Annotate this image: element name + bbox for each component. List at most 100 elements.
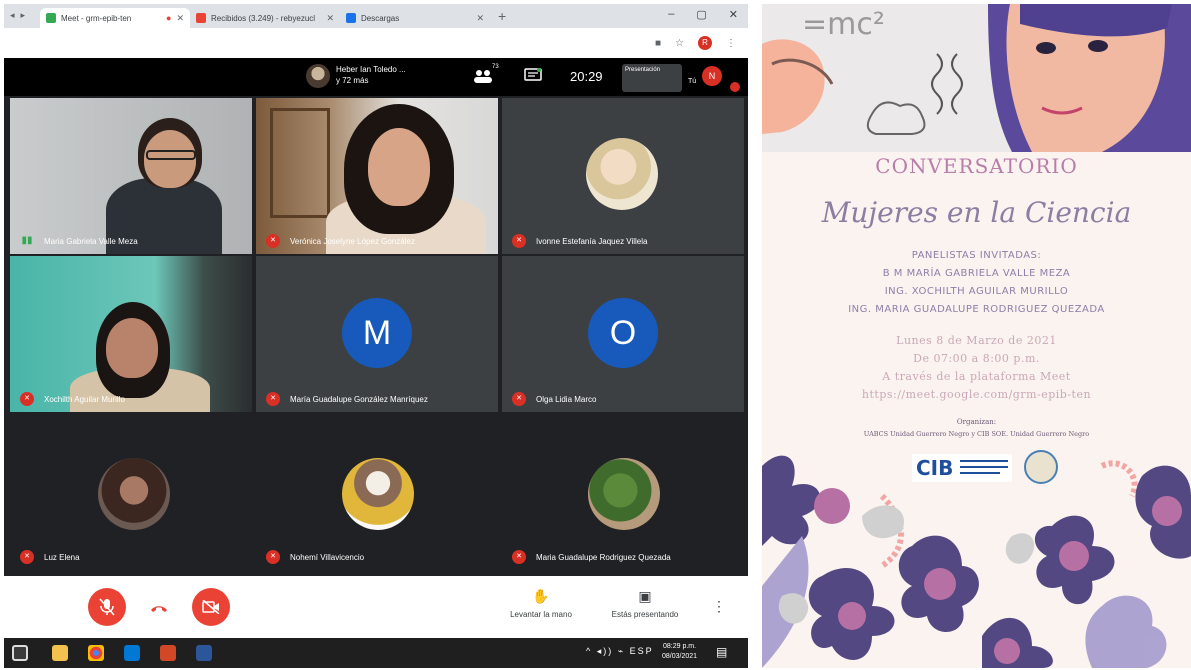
mic-off-icon: ✕ bbox=[20, 392, 34, 406]
participant-name: Ivonne Estefanía Jaquez Villela bbox=[536, 237, 648, 246]
self-avatar[interactable]: N bbox=[702, 66, 722, 86]
participant-video bbox=[10, 256, 252, 412]
tab-title: Meet - grm-epib-ten bbox=[61, 13, 132, 23]
participant-tile[interactable]: ✕ Xochilth Aguilar Murillo bbox=[10, 256, 252, 412]
close-window-button[interactable]: ✕ bbox=[729, 8, 738, 21]
close-tab-icon[interactable]: ✕ bbox=[326, 13, 334, 24]
participant-photo bbox=[586, 138, 658, 210]
windows-taskbar: ^ ◂)) ⌁ ESP 08:29 p.m. 08/03/2021 ▤ bbox=[4, 638, 748, 668]
presenter-preview[interactable]: Presentación bbox=[622, 64, 682, 92]
bookmark-star-icon[interactable]: ☆ bbox=[675, 38, 684, 49]
participants-grid: ▮▮ Maria Gabriela Valle Meza ✕ Verónica … bbox=[4, 96, 748, 576]
notifications-icon[interactable]: ▤ bbox=[716, 645, 732, 661]
poster-illustration: =mc² bbox=[762, 4, 1191, 152]
raise-hand-icon[interactable]: ✋ bbox=[496, 588, 586, 605]
poster-script-title: Mujeres en la Ciencia bbox=[821, 196, 1132, 229]
mic-off-icon: ✕ bbox=[266, 550, 280, 564]
people-icon[interactable]: 73 bbox=[472, 64, 499, 86]
camera-icon[interactable]: ■ bbox=[655, 38, 661, 49]
chat-icon[interactable] bbox=[522, 68, 544, 86]
participant-name: Olga Lidia Marco bbox=[536, 395, 597, 404]
participant-photo bbox=[342, 458, 414, 530]
end-call-button[interactable] bbox=[140, 588, 178, 626]
download-favicon-icon bbox=[346, 13, 356, 23]
file-explorer-icon[interactable] bbox=[52, 645, 68, 661]
participant-name: Xochilth Aguilar Murillo bbox=[44, 395, 125, 404]
participant-avatar: M bbox=[342, 298, 412, 368]
tab-title: Recibidos (3.249) - rebyezucl bbox=[211, 13, 316, 23]
panelist-3: ING. MARIA GUADALUPE RODRIGUEZ QUEZADA bbox=[848, 304, 1105, 315]
participants-name: Heber Ian Toledo ... bbox=[336, 65, 406, 74]
taskbar-clock[interactable]: 08:29 p.m. 08/03/2021 bbox=[662, 642, 697, 662]
panelist-1: B M MARÍA GABRIELA VALLE MEZA bbox=[882, 268, 1071, 279]
participant-name: Maria Gabriela Valle Meza bbox=[44, 237, 138, 246]
participant-tile[interactable]: O ✕ Olga Lidia Marco bbox=[502, 256, 744, 412]
mic-off-icon: ✕ bbox=[512, 234, 526, 248]
tab-gmail[interactable]: Recibidos (3.249) - rebyezucl ✕ bbox=[190, 8, 340, 28]
close-tab-icon[interactable]: ✕ bbox=[176, 13, 184, 24]
participant-tile[interactable]: ✕ Nohemí Villavicencio bbox=[256, 414, 498, 570]
presenting-label[interactable]: Estás presentando bbox=[600, 610, 690, 619]
menu-dots-icon[interactable]: ⋮ bbox=[726, 38, 736, 49]
close-tab-icon[interactable]: ✕ bbox=[476, 13, 484, 24]
people-count: 73 bbox=[492, 64, 499, 70]
you-label: Tú bbox=[688, 78, 697, 85]
system-tray-icons[interactable]: ^ ◂)) ⌁ ESP bbox=[586, 646, 654, 657]
profile-avatar[interactable]: R bbox=[698, 36, 712, 50]
participant-tile[interactable]: ✕ Luz Elena bbox=[10, 414, 252, 570]
participant-thumbnail bbox=[306, 64, 330, 88]
participant-tile[interactable]: ✕ Maria Guadalupe Rodriguez Quezada bbox=[502, 414, 744, 570]
powerpoint-icon[interactable] bbox=[160, 645, 176, 661]
event-time: De 07:00 a 8:00 p.m. bbox=[913, 352, 1040, 365]
taskbar-date: 08/03/2021 bbox=[662, 653, 698, 660]
store-icon[interactable] bbox=[124, 645, 140, 661]
participant-photo bbox=[98, 458, 170, 530]
word-icon[interactable] bbox=[196, 645, 212, 661]
event-url[interactable]: https://meet.google.com/grm-epib-ten bbox=[762, 388, 1191, 401]
recording-dot-icon: ● bbox=[166, 13, 172, 23]
window-controls: – ▢ ✕ bbox=[668, 8, 738, 21]
participant-tile[interactable]: ✕ Ivonne Estefanía Jaquez Villela bbox=[502, 98, 744, 254]
self-mic-off-badge bbox=[730, 82, 740, 92]
camera-toggle-button[interactable] bbox=[192, 588, 230, 626]
toolbar-icons: ■ ☆ R ⋮ bbox=[655, 36, 736, 50]
participant-name: Verónica Joselyne López González bbox=[290, 237, 415, 246]
participant-video bbox=[10, 98, 252, 254]
event-poster: =mc² CONVERSATORIO Mujeres en la Ciencia… bbox=[762, 4, 1191, 668]
panelists-label: PANELISTAS INVITADAS: bbox=[911, 250, 1042, 261]
new-tab-button[interactable]: + bbox=[490, 8, 514, 24]
more-options-button[interactable]: ⋮ bbox=[712, 598, 726, 615]
mic-off-icon: ✕ bbox=[266, 234, 280, 248]
cib-logo: CIB bbox=[912, 454, 1012, 482]
organizers-label: Organizan: bbox=[956, 418, 997, 426]
tab-scroll-right-icon[interactable]: ▸ bbox=[21, 10, 26, 21]
scientist-illustration: =mc² bbox=[762, 4, 1191, 152]
taskbar-time: 08:29 p.m. bbox=[662, 643, 697, 650]
tab-scroll-left-icon[interactable]: ◂ bbox=[10, 10, 15, 21]
meet-favicon-icon bbox=[46, 13, 56, 23]
panelist-2: ING. XOCHILTH AGUILAR MURILLO bbox=[884, 286, 1069, 297]
raise-hand-label[interactable]: Levantar la mano bbox=[496, 610, 586, 619]
tab-meet[interactable]: Meet - grm-epib-ten ● ✕ bbox=[40, 8, 190, 28]
mic-toggle-button[interactable] bbox=[88, 588, 126, 626]
participant-tile[interactable]: ✕ Verónica Joselyne López González bbox=[256, 98, 498, 254]
maximize-button[interactable]: ▢ bbox=[696, 8, 706, 21]
minimize-button[interactable]: – bbox=[668, 8, 674, 21]
lock-icon[interactable] bbox=[12, 645, 28, 661]
tab-downloads[interactable]: Descargas ✕ bbox=[340, 8, 490, 28]
participant-photo bbox=[588, 458, 660, 530]
participant-tile[interactable]: M ✕ María Guadalupe González Manríquez bbox=[256, 256, 498, 412]
present-screen-icon[interactable]: ▣ bbox=[600, 588, 690, 605]
mic-on-icon: ▮▮ bbox=[21, 235, 33, 246]
participant-tile[interactable]: ▮▮ Maria Gabriela Valle Meza bbox=[10, 98, 252, 254]
participants-more: y 72 más bbox=[336, 76, 369, 85]
participant-name: Nohemí Villavicencio bbox=[290, 553, 365, 562]
browser-tab-bar: ◂ ▸ Meet - grm-epib-ten ● ✕ Recibidos (3… bbox=[4, 4, 748, 28]
participants-summary[interactable]: Heber Ian Toledo ... y 72 más bbox=[336, 64, 406, 86]
gmail-favicon-icon bbox=[196, 13, 206, 23]
chrome-icon[interactable] bbox=[88, 645, 104, 661]
participant-avatar: O bbox=[588, 298, 658, 368]
meet-screenshot: ◂ ▸ Meet - grm-epib-ten ● ✕ Recibidos (3… bbox=[4, 4, 748, 668]
tab-nav-arrows: ◂ ▸ bbox=[10, 10, 25, 21]
participant-name: Maria Guadalupe Rodriguez Quezada bbox=[536, 553, 671, 562]
